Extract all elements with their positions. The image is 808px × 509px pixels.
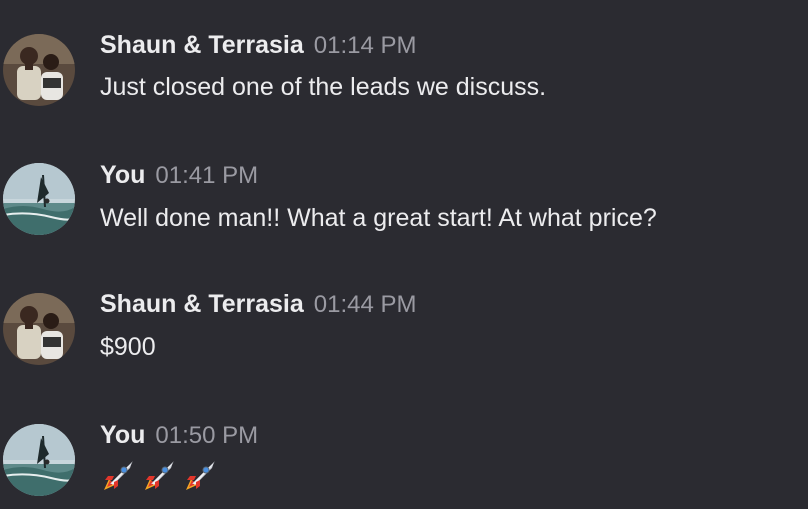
chat-message: You 01:50 PM (0, 420, 808, 509)
message-header: Shaun & Terrasia 01:44 PM (100, 289, 417, 323)
avatar-shaun-terrasia[interactable] (3, 34, 75, 106)
avatar-you[interactable] (3, 424, 75, 496)
message-text: $900 (100, 333, 156, 361)
author-name[interactable]: You (100, 161, 145, 189)
avatar-you[interactable] (3, 163, 75, 235)
timestamp: 01:14 PM (313, 32, 417, 59)
rocket-emoji-icon (104, 461, 133, 490)
rocket-emoji-icon (186, 461, 215, 490)
chat-message: You 01:41 PM Well done man!! What a great… (0, 160, 808, 260)
timestamp: 01:41 PM (155, 162, 259, 189)
message-header: You 01:41 PM (100, 160, 258, 194)
message-header: Shaun & Terrasia 01:14 PM (100, 30, 417, 64)
message-text: Just closed one of the leads we discuss. (100, 73, 547, 101)
timestamp: 01:44 PM (313, 291, 417, 318)
author-name[interactable]: Shaun & Terrasia (100, 290, 304, 318)
author-name[interactable]: Shaun & Terrasia (100, 31, 304, 59)
message-header: You 01:50 PM (100, 420, 258, 454)
rocket-emoji-icon (145, 461, 174, 490)
timestamp: 01:50 PM (155, 422, 259, 449)
emoji-message (100, 458, 218, 494)
author-name[interactable]: You (100, 421, 145, 449)
message-text: Well done man!! What a great start! At w… (100, 204, 657, 232)
chat-message: Shaun & Terrasia 01:44 PM $900 (0, 289, 808, 389)
avatar-shaun-terrasia[interactable] (3, 293, 75, 365)
chat-message: Shaun & Terrasia 01:14 PM Just closed one… (0, 30, 808, 130)
